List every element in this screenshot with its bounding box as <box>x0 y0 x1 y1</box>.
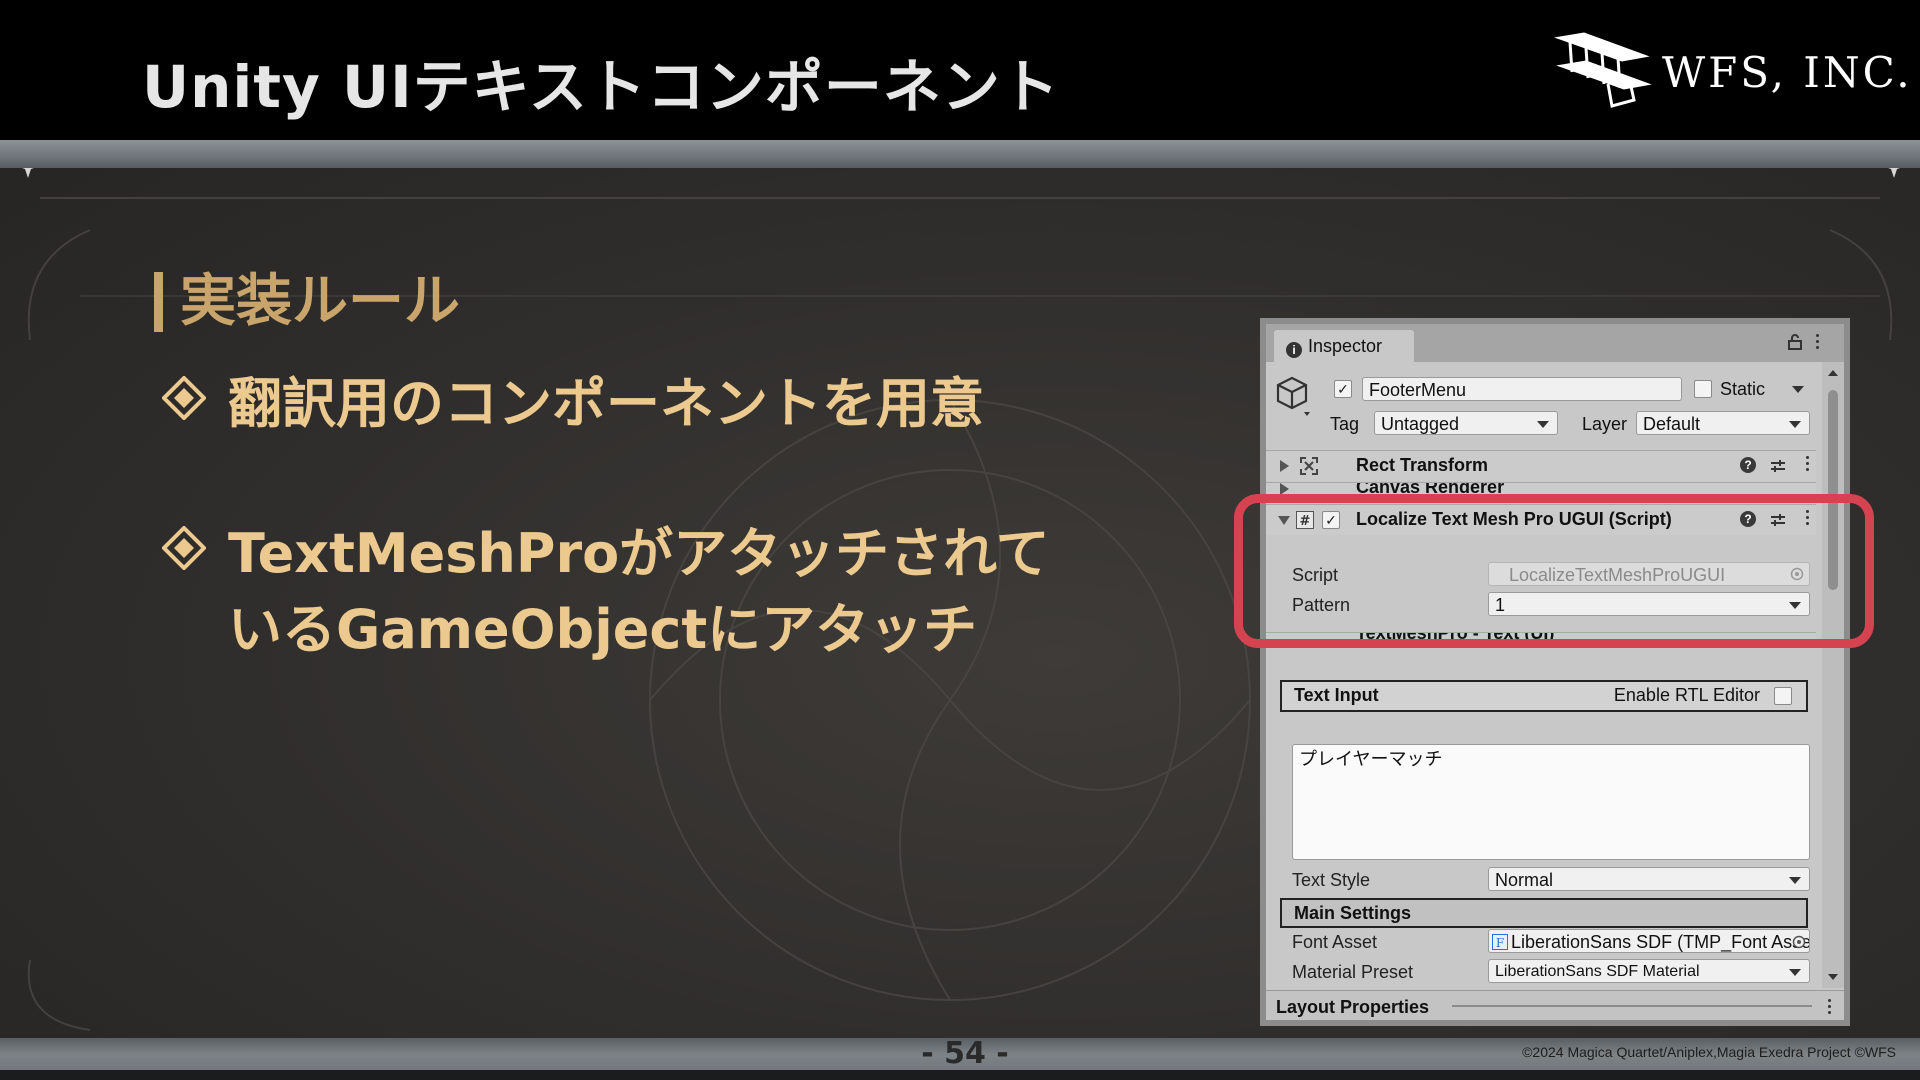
bullet-text-line2: いるGameObjectにアタッチ <box>228 598 978 661</box>
material-preset-dropdown[interactable]: LiberationSans SDF Material <box>1488 959 1810 983</box>
text-input-section: Text Input Enable RTL Editor <box>1280 680 1808 712</box>
tag-label: Tag <box>1330 414 1360 434</box>
text-input-value: プレイヤーマッチ <box>1299 749 1443 769</box>
help-icon[interactable]: ? <box>1740 457 1756 473</box>
highlight-outline <box>1234 494 1874 648</box>
rect-transform-header[interactable]: Rect Transform ? <box>1266 450 1816 481</box>
text-style-label: Text Style <box>1292 870 1371 890</box>
bottom-edge <box>0 1070 1920 1080</box>
font-asset-label: Font Asset <box>1292 932 1378 952</box>
layout-properties-label: Layout Properties <box>1276 997 1430 1017</box>
tag-dropdown[interactable]: Untagged <box>1374 411 1558 435</box>
layout-divider <box>1452 1005 1812 1007</box>
rtl-editor-label: Enable RTL Editor <box>1613 685 1760 705</box>
active-checkbox[interactable]: ✓ <box>1334 380 1352 398</box>
object-name-field[interactable]: FooterMenu <box>1362 377 1682 401</box>
tab-label: Inspector <box>1308 336 1383 356</box>
svg-text:F: F <box>1496 936 1504 950</box>
static-dropdown-icon[interactable] <box>1792 384 1804 394</box>
layer-dropdown[interactable]: Default <box>1636 411 1810 435</box>
scroll-down-icon[interactable] <box>1822 970 1844 984</box>
inspector-tab-bar: i Inspector <box>1266 324 1844 362</box>
bullet-text: 翻訳用のコンポーネントを用意 <box>228 372 984 435</box>
component-menu-icon[interactable] <box>1804 456 1810 474</box>
section-heading: 実装ルール <box>180 269 460 334</box>
text-input-area[interactable]: プレイヤーマッチ <box>1292 744 1810 860</box>
static-label: Static <box>1720 379 1766 399</box>
section-marker <box>154 272 163 332</box>
font-asset-icon: F <box>1492 934 1508 950</box>
info-icon: i <box>1286 342 1302 358</box>
company-logo: WFS, INC. <box>1552 26 1910 112</box>
diamond-bullet-icon <box>162 526 206 570</box>
diamond-bullet-icon <box>162 376 206 420</box>
component-title: Rect Transform <box>1356 455 1489 475</box>
component-header-icons: ? <box>1740 456 1816 475</box>
more-options-icon[interactable] <box>1814 334 1820 352</box>
lock-icon[interactable] <box>1788 334 1802 350</box>
top-ornament-border <box>0 140 1920 168</box>
static-checkbox[interactable] <box>1694 380 1712 398</box>
gameobject-cube-icon <box>1276 376 1310 416</box>
preset-sliders-icon[interactable] <box>1770 458 1786 474</box>
biplane-logo-icon <box>1554 32 1652 108</box>
inspector-panel: i Inspector ✓ FooterMenu Static Tag Untag… <box>1260 318 1850 1026</box>
bullet-text-line1: TextMeshProがアタッチされて <box>228 522 1050 585</box>
rtl-editor-checkbox[interactable] <box>1774 687 1792 705</box>
text-input-label: Text Input <box>1294 685 1379 705</box>
logo-text: WFS, INC. <box>1662 48 1913 97</box>
copyright-notice: ©2024 Magica Quartet/Aniplex,Magia Exedr… <box>1522 1044 1896 1060</box>
layout-menu-icon[interactable] <box>1826 999 1832 1017</box>
material-preset-label: Material Preset <box>1292 962 1414 982</box>
layout-properties-bar[interactable]: Layout Properties <box>1266 990 1844 1020</box>
layer-label: Layer <box>1582 414 1628 434</box>
scroll-up-icon[interactable] <box>1822 366 1844 380</box>
slide-title: Unity UIテキストコンポーネント <box>142 53 1060 121</box>
object-picker-icon[interactable] <box>1792 935 1806 949</box>
page-number: - 54 - <box>921 1036 1009 1071</box>
rect-transform-icon <box>1300 457 1318 475</box>
inspector-scrollbar[interactable] <box>1822 362 1844 988</box>
text-style-dropdown[interactable]: Normal <box>1488 867 1810 891</box>
font-asset-field[interactable]: LiberationSans SDF (TMP_Font Asset) <box>1488 929 1810 953</box>
expand-arrow-icon[interactable] <box>1280 460 1289 472</box>
title-bar: Unity UIテキストコンポーネント WFS, INC. <box>0 0 1920 140</box>
main-settings-section[interactable]: Main Settings <box>1280 898 1808 928</box>
tab-inspector[interactable]: i Inspector <box>1274 330 1414 362</box>
